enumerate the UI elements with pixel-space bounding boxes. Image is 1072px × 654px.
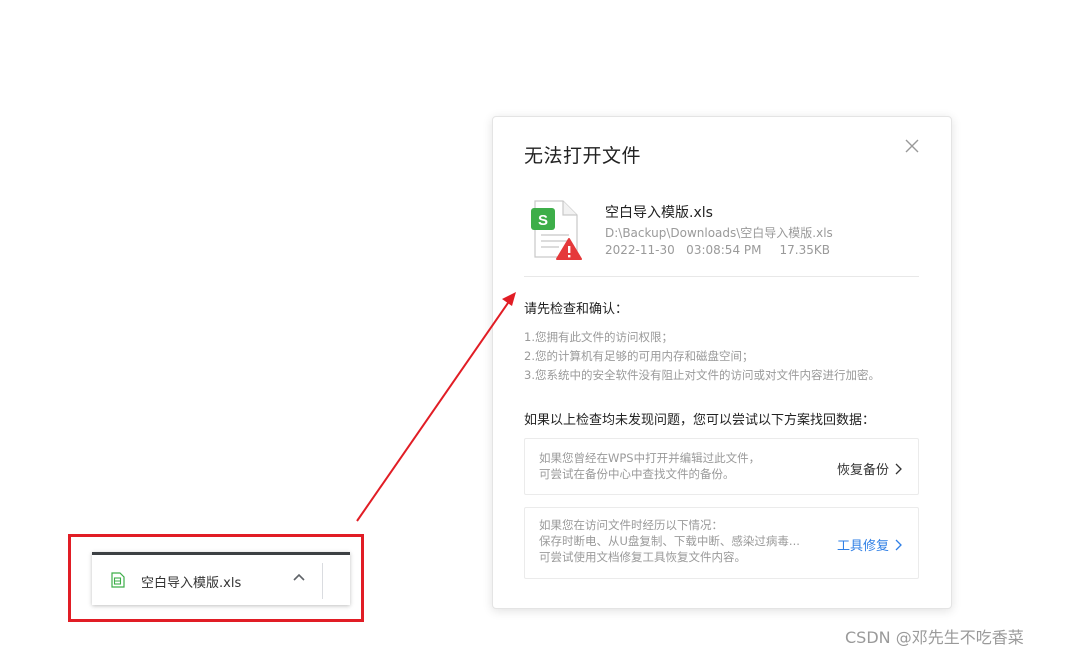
download-file-name: 空白导入模版.xls (141, 576, 242, 591)
chevron-right-icon (895, 539, 902, 550)
option-line: 如果您曾经在WPS中打开并编辑过此文件， (539, 451, 761, 465)
spreadsheet-file-icon (111, 572, 125, 588)
repair-tool-label: 工具修复 (836, 539, 889, 554)
cannot-open-file-dialog: 无法打开文件 S 空白导入模版.xls D:\Backup\Downloads\… (492, 116, 952, 609)
recover-heading: 如果以上检查均未发现问题，您可以尝试以下方案找回数据： (524, 413, 876, 428)
file-size: 17.35KB (779, 243, 830, 257)
dialog-title: 无法打开文件 (524, 145, 642, 167)
watermark: CSDN @邓先生不吃香菜 (845, 628, 1024, 647)
close-button[interactable] (903, 137, 921, 155)
restore-backup-label: 恢复备份 (836, 463, 889, 478)
divider (524, 276, 919, 277)
download-item[interactable]: 空白导入模版.xls (92, 552, 350, 605)
restore-backup-button[interactable]: 恢复备份 (837, 459, 902, 478)
option-line: 保存时断电、从U盘复制、下载中断、感染过病毒... (539, 534, 800, 548)
file-path: D:\Backup\Downloads\空白导入模版.xls (605, 226, 833, 240)
file-badge-letter: S (538, 212, 548, 229)
chevron-up-icon[interactable] (293, 573, 305, 581)
restore-backup-option: 如果您曾经在WPS中打开并编辑过此文件， 可尝试在备份中心中查找文件的备份。 恢… (524, 438, 919, 495)
option-description: 如果您曾经在WPS中打开并编辑过此文件， 可尝试在备份中心中查找文件的备份。 (539, 450, 760, 482)
check-item: 2.您的计算机有足够的可用内存和磁盘空间； (524, 349, 754, 363)
divider (322, 563, 323, 599)
check-item: 3.您系统中的安全软件没有阻止对文件的访问或对文件内容进行加密。 (524, 368, 880, 382)
chevron-right-icon (895, 463, 902, 474)
option-line: 如果您在访问文件时经历以下情况： (539, 518, 723, 532)
file-meta: 2022-11-30 03:08:54 PM 17.35KB (605, 243, 830, 257)
check-heading: 请先检查和确认： (524, 302, 629, 317)
option-description: 如果您在访问文件时经历以下情况： 保存时断电、从U盘复制、下载中断、感染过病毒.… (539, 517, 800, 565)
close-icon (905, 139, 919, 153)
option-line: 可尝试使用文档修复工具恢复文件内容。 (539, 550, 746, 564)
file-name: 空白导入模版.xls (605, 205, 713, 221)
repair-tool-option: 如果您在访问文件时经历以下情况： 保存时断电、从U盘复制、下载中断、感染过病毒.… (524, 507, 919, 579)
repair-tool-button[interactable]: 工具修复 (837, 535, 902, 554)
spreadsheet-file-icon: S (529, 199, 585, 261)
check-list: 1.您拥有此文件的访问权限； 2.您的计算机有足够的可用内存和磁盘空间； 3.您… (524, 328, 880, 385)
file-datetime: 2022-11-30 03:08:54 PM (605, 243, 762, 257)
option-line: 可尝试在备份中心中查找文件的备份。 (539, 467, 735, 481)
check-item: 1.您拥有此文件的访问权限； (524, 330, 673, 344)
